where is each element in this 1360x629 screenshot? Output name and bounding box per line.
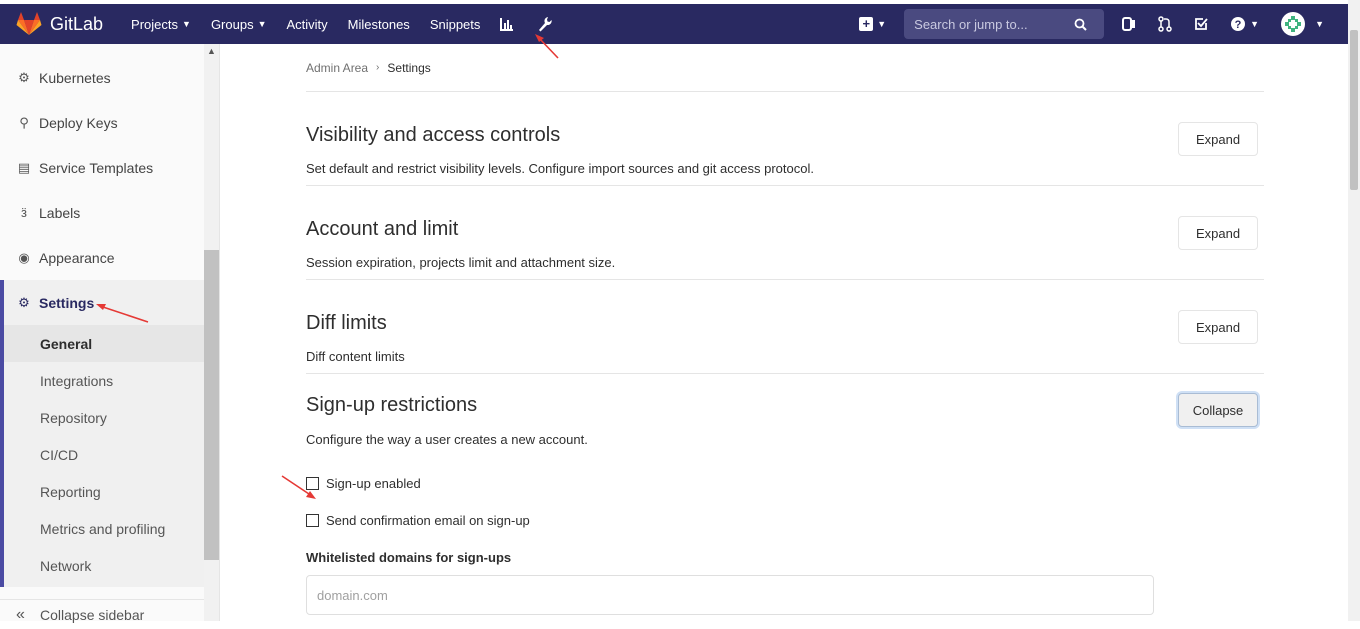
section-description: Configure the way a user creates a new a… <box>306 432 588 447</box>
sidebar-item-kubernetes[interactable]: ⚙ Kubernetes <box>0 55 204 100</box>
section-description: Session expiration, projects limit and a… <box>306 255 616 270</box>
todo-icon[interactable] <box>1194 17 1208 31</box>
chevron-down-icon: ▼ <box>182 19 191 29</box>
template-icon: ▤ <box>17 159 31 175</box>
whitelist-domains-input[interactable] <box>306 575 1154 615</box>
top-navbar: GitLab Projects ▼ Groups ▼ Activity Milest… <box>0 4 1348 44</box>
search-icon <box>1074 18 1087 31</box>
chevron-down-icon: ▼ <box>1315 19 1324 29</box>
sidebar-subitem-cicd[interactable]: CI/CD <box>4 436 204 473</box>
kubernetes-icon: ⚙ <box>18 69 30 85</box>
chevron-right-icon: › <box>376 62 380 73</box>
section-title: Diff limits <box>306 312 387 334</box>
chevron-down-icon: ▼ <box>877 19 887 29</box>
section-title: Visibility and access controls <box>306 124 561 146</box>
sidebar-item-deploy-keys[interactable]: ⚲ Deploy Keys <box>0 100 204 145</box>
sidebar-subitem-general[interactable]: General <box>4 325 204 362</box>
signup-enabled-checkbox[interactable]: Sign-up enabled <box>306 476 421 491</box>
nav-groups[interactable]: Groups ▼ <box>211 17 267 32</box>
sidebar-item-service-templates[interactable]: ▤ Service Templates <box>0 145 204 190</box>
section-description: Diff content limits <box>306 349 405 364</box>
sidebar-item-labels[interactable]: ӟ Labels <box>0 190 204 235</box>
collapse-button[interactable]: Collapse <box>1178 393 1258 427</box>
avatar <box>1281 12 1306 36</box>
section-title: Sign-up restrictions <box>306 394 478 416</box>
search-box[interactable] <box>904 9 1105 39</box>
page-scrollbar[interactable] <box>1348 0 1360 621</box>
help-dropdown[interactable]: ? ▼ <box>1230 16 1259 32</box>
key-icon: ⚲ <box>19 114 29 130</box>
whitelist-domains-label: Whitelisted domains for sign-ups <box>306 550 512 565</box>
gitlab-tanuki-icon <box>16 12 42 35</box>
settings-section-account-limit: Account and limit Session expiration, pr… <box>306 186 1264 280</box>
collapse-sidebar-button[interactable]: « Collapse sidebar <box>0 599 204 629</box>
question-icon: ? <box>1231 17 1246 31</box>
annotation-arrow-icon <box>281 475 316 499</box>
settings-section-signup-restrictions: Sign-up restrictions Configure the way a… <box>306 374 1264 615</box>
sidebar-item-appearance[interactable]: ◉ Appearance <box>0 235 204 280</box>
settings-section-diff-limits: Diff limits Diff content limits Expand <box>306 280 1264 374</box>
expand-button[interactable]: Expand <box>1178 310 1258 344</box>
plus-icon: + <box>859 17 874 31</box>
send-confirmation-checkbox[interactable]: Send confirmation email on sign-up <box>306 513 530 528</box>
new-item-dropdown[interactable]: + ▼ <box>859 17 886 31</box>
chevron-down-icon: ▼ <box>1250 19 1260 29</box>
chevron-down-icon: ▼ <box>257 19 267 29</box>
gear-icon: ⚙ <box>18 294 30 310</box>
main-content: Admin Area › Settings Visibility and acc… <box>306 44 1264 615</box>
expand-button[interactable]: Expand <box>1178 122 1258 156</box>
chart-icon[interactable] <box>500 17 514 31</box>
sidebar-subitem-network[interactable]: Network <box>4 547 204 584</box>
sidebar-subitem-integrations[interactable]: Integrations <box>4 362 204 399</box>
sidebar-scrollbar-thumb[interactable] <box>204 250 219 560</box>
gitlab-logo[interactable]: GitLab <box>16 12 103 36</box>
labels-icon: ӟ <box>21 205 27 220</box>
sidebar: ⚙ Kubernetes ⚲ Deploy Keys ▤ Service Templa… <box>0 44 220 623</box>
expand-button[interactable]: Expand <box>1178 216 1258 250</box>
scrollbar-thumb[interactable] <box>1350 30 1358 190</box>
palette-icon: ◉ <box>18 249 30 265</box>
section-description: Set default and restrict visibility leve… <box>306 161 814 176</box>
breadcrumb-admin-area[interactable]: Admin Area <box>306 61 368 75</box>
user-menu[interactable]: ▼ <box>1281 12 1324 36</box>
breadcrumb-current: Settings <box>387 60 431 75</box>
sidebar-subitem-repository[interactable]: Repository <box>4 399 204 436</box>
sidebar-subitem-metrics[interactable]: Metrics and profiling <box>4 510 204 547</box>
annotation-arrow-icon <box>535 34 559 59</box>
sidebar-subitem-reporting[interactable]: Reporting <box>4 473 204 510</box>
annotation-arrow-icon <box>96 304 149 323</box>
search-input[interactable] <box>914 16 1075 32</box>
section-title: Account and limit <box>306 218 459 240</box>
scroll-up-icon[interactable]: ▲ <box>207 46 216 56</box>
merge-request-icon[interactable] <box>1158 16 1172 32</box>
issues-icon[interactable] <box>1122 16 1136 32</box>
nav-milestones[interactable]: Milestones <box>348 17 410 32</box>
nav-projects[interactable]: Projects ▼ <box>131 17 191 32</box>
nav-snippets[interactable]: Snippets <box>430 17 481 32</box>
checkbox-box[interactable] <box>306 514 319 527</box>
nav-activity[interactable]: Activity <box>287 17 328 32</box>
svg-text:?: ? <box>1235 19 1242 31</box>
breadcrumb: Admin Area › Settings <box>306 44 1264 92</box>
sidebar-scrollbar[interactable]: ▲ <box>204 44 219 621</box>
logo-text: GitLab <box>50 13 104 34</box>
settings-section-visibility: Visibility and access controls Set defau… <box>306 92 1264 186</box>
